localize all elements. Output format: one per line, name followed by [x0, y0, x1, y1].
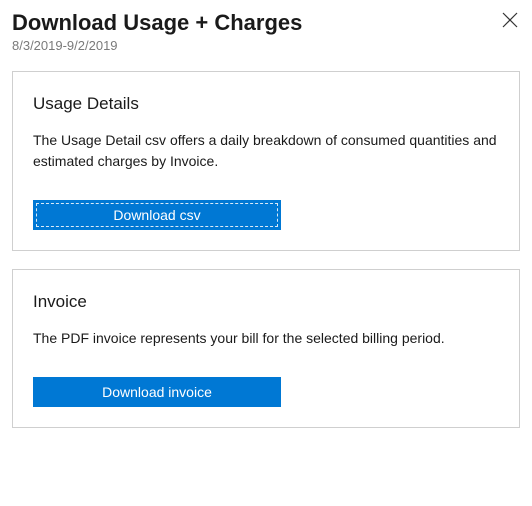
- usage-card-description: The Usage Detail csv offers a daily brea…: [33, 130, 499, 172]
- usage-card-title: Usage Details: [33, 94, 499, 114]
- download-invoice-button[interactable]: Download invoice: [33, 377, 281, 407]
- usage-details-card: Usage Details The Usage Detail csv offer…: [12, 71, 520, 251]
- invoice-card-title: Invoice: [33, 292, 499, 312]
- invoice-card: Invoice The PDF invoice represents your …: [12, 269, 520, 428]
- date-range: 8/3/2019-9/2/2019: [12, 38, 500, 53]
- close-icon: [502, 11, 518, 33]
- dialog-header: Download Usage + Charges 8/3/2019-9/2/20…: [12, 10, 520, 53]
- invoice-card-description: The PDF invoice represents your bill for…: [33, 328, 499, 349]
- download-csv-button[interactable]: Download csv: [33, 200, 281, 230]
- dialog-title: Download Usage + Charges: [12, 10, 500, 36]
- header-text-block: Download Usage + Charges 8/3/2019-9/2/20…: [12, 10, 500, 53]
- close-button[interactable]: [500, 10, 520, 34]
